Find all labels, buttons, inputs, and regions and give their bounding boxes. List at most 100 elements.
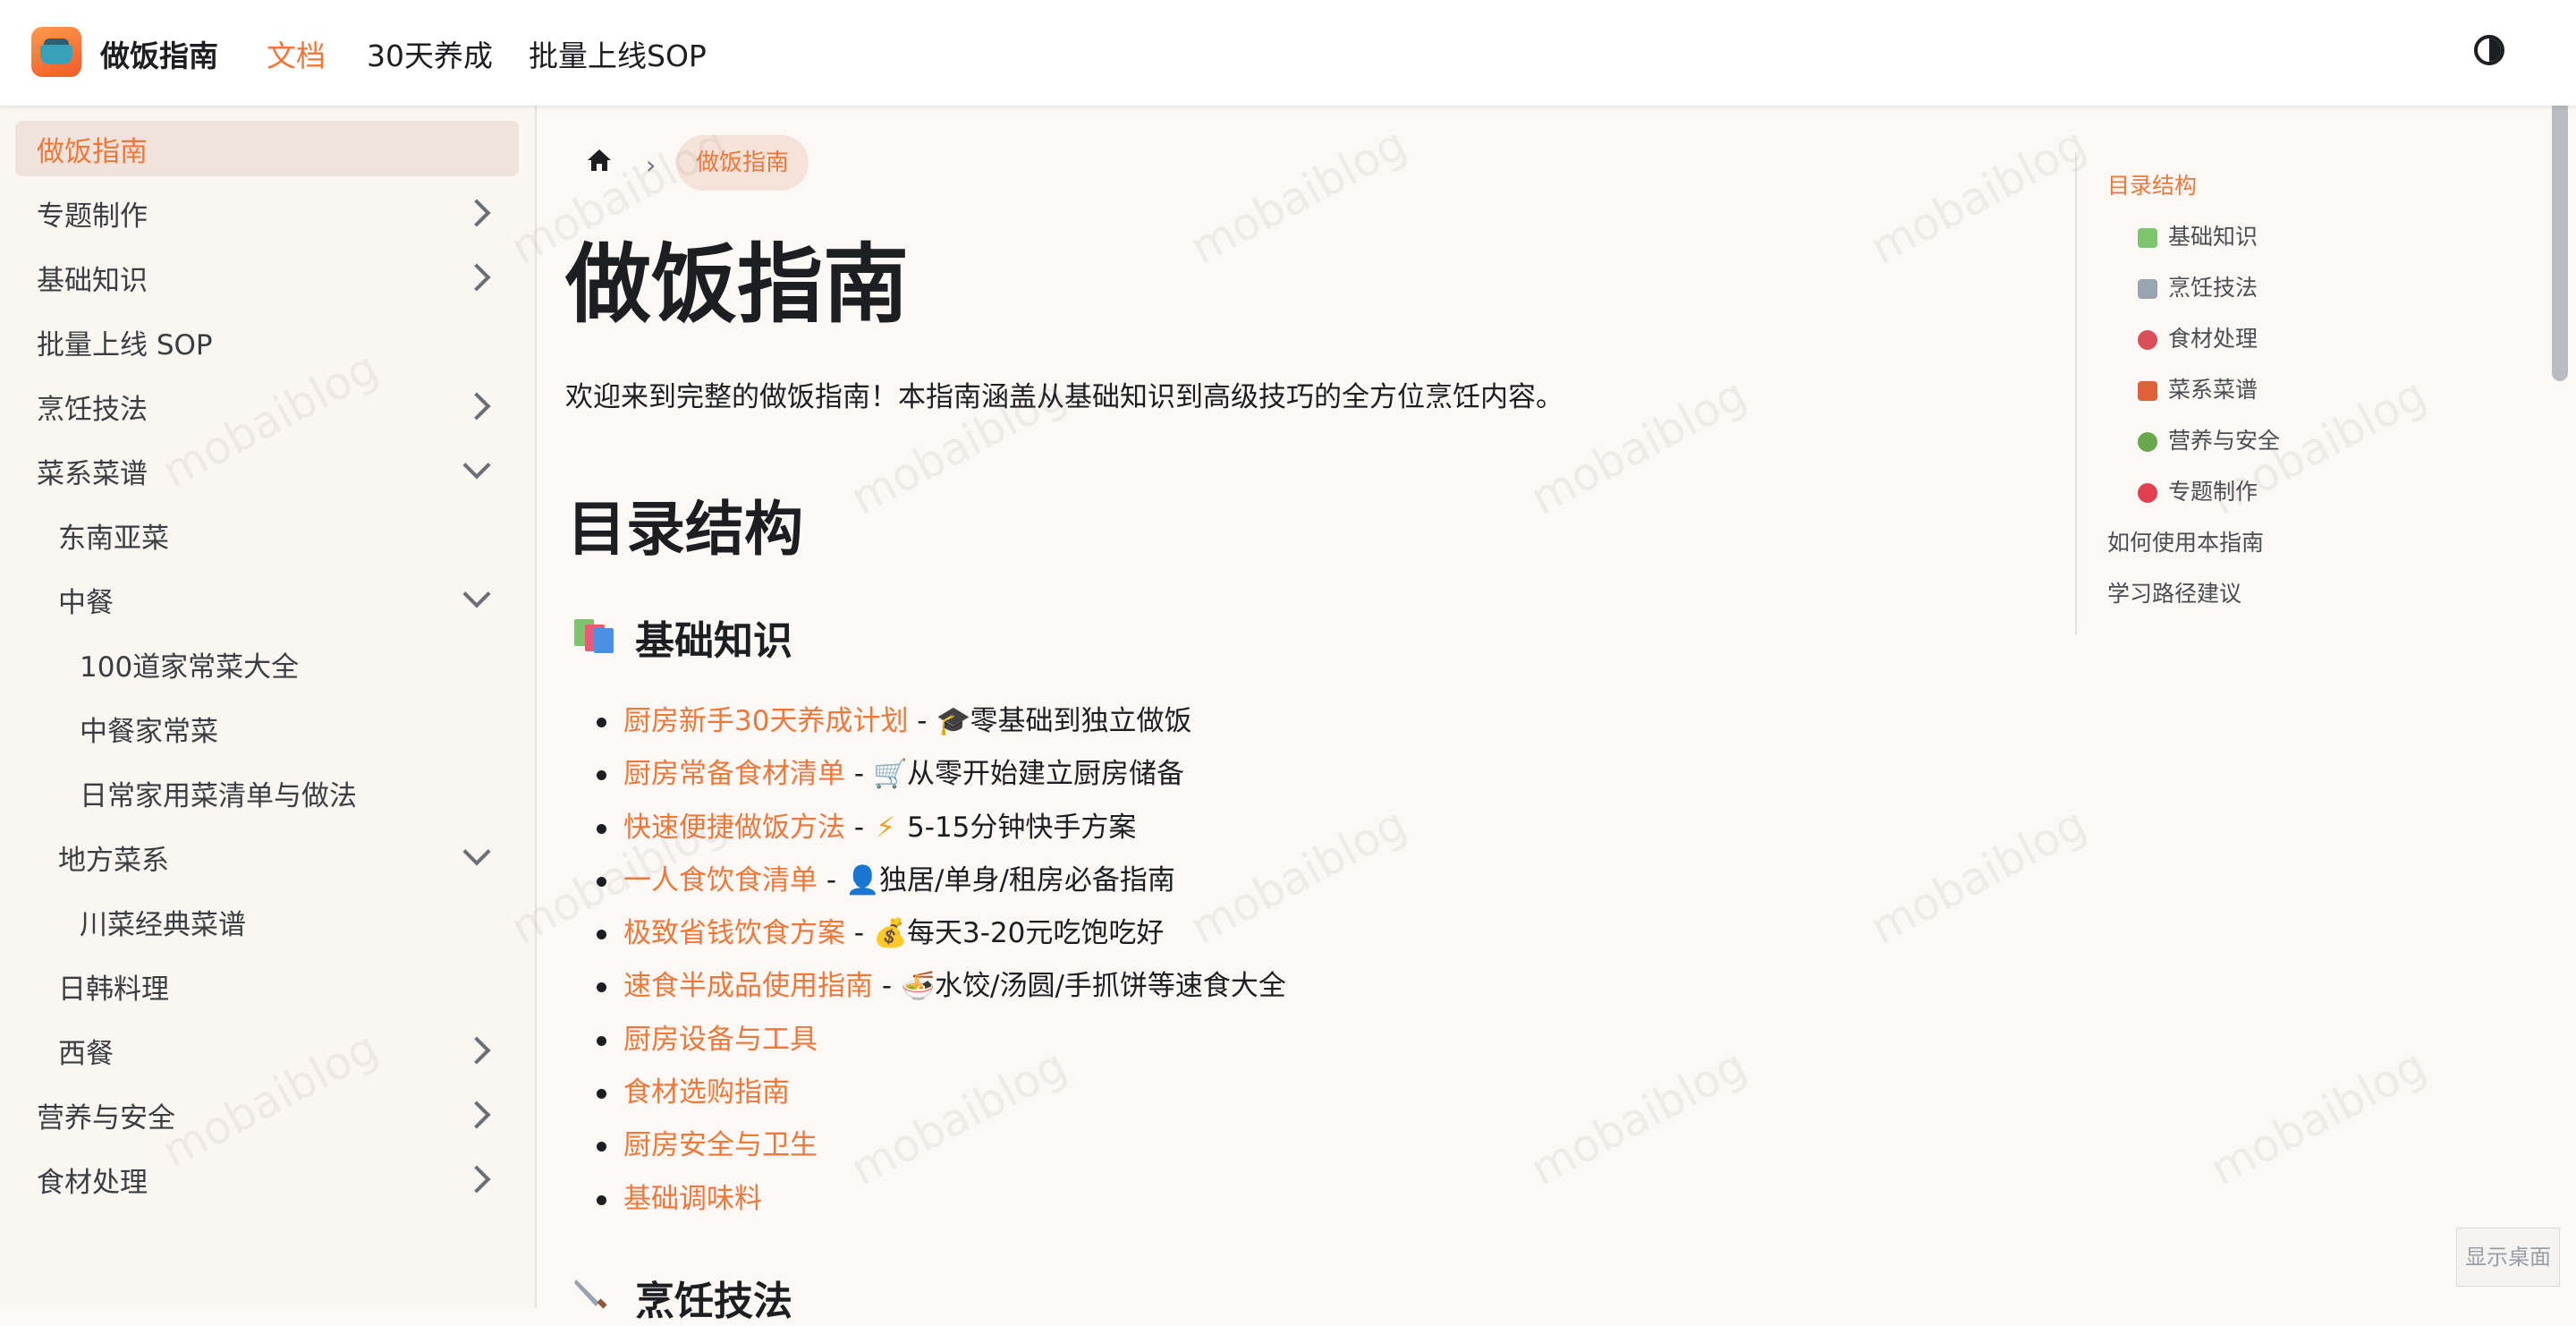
sidebar-item-label: 营养与安全 xyxy=(37,1101,175,1135)
watermark: mobaiblog xyxy=(1861,797,2095,955)
sidebar-item-topics[interactable]: 专题制作 xyxy=(15,185,519,241)
logo-icon[interactable] xyxy=(31,27,81,77)
sidebar-item-label: 西餐 xyxy=(58,1037,114,1070)
show-desktop-button[interactable]: 显示桌面 xyxy=(2456,1228,2560,1287)
toc-item[interactable]: 学习路径建议 xyxy=(2107,576,2241,608)
sidebar-item-regional[interactable]: 地方菜系 xyxy=(37,829,519,885)
sidebar-item-southeast-asian[interactable]: 东南亚菜 xyxy=(37,507,519,563)
list-desc: 水饺/汤圆/手抓饼等速食大全 xyxy=(935,970,1286,1003)
list-link[interactable]: 厨房安全与卫生 xyxy=(623,1129,818,1161)
list-item: 一人食饮食清单 - 👤独居/单身/租房必备指南 xyxy=(586,857,1659,910)
sidebar-item-nutrition-safety[interactable]: 营养与安全 xyxy=(15,1087,519,1143)
sidebar-item-label: 地方菜系 xyxy=(58,844,169,877)
list-desc: 独居/单身/租房必备指南 xyxy=(879,863,1175,897)
sidebar-item-daily-dishes[interactable]: 日常家用菜清单与做法 xyxy=(58,765,519,820)
sidebar-item-sichuan[interactable]: 川菜经典菜谱 xyxy=(58,894,519,949)
toc-item[interactable]: 基础知识 xyxy=(2138,219,2258,251)
books-icon xyxy=(2138,228,2157,248)
sidebar-item-chinese-home[interactable]: 中餐家常菜 xyxy=(58,701,519,756)
sidebar-item-label: 专题制作 xyxy=(37,200,148,233)
sidebar-item-techniques[interactable]: 烹饪技法 xyxy=(15,378,519,434)
list-desc: 零基础到独立做饭 xyxy=(970,705,1192,737)
home-icon[interactable] xyxy=(586,148,613,173)
page-title: 做饭指南 xyxy=(565,234,909,335)
shopping-cart-icon: 🛒 xyxy=(873,758,908,791)
watermark: mobaiblog xyxy=(1182,117,1415,275)
table-of-contents: 目录结构 基础知识 烹饪技法 食材处理 菜系菜谱 营养与安全 专题制作 如何使用… xyxy=(2075,152,2576,635)
watermark: mobaiblog xyxy=(2201,1039,2435,1196)
list-link[interactable]: 食材选购指南 xyxy=(623,1076,790,1109)
list-item: 厨房常备食材清单 - 🛒从零开始建立厨房储备 xyxy=(586,751,1659,803)
chevron-right-icon[interactable] xyxy=(462,199,491,227)
sidebar-item-label: 基础知识 xyxy=(37,264,148,297)
sidebar-item-cooking-guide[interactable]: 做饭指南 xyxy=(15,121,519,176)
chevron-right-icon[interactable] xyxy=(462,392,491,421)
breadcrumb-separator: › xyxy=(646,150,657,180)
knife-icon xyxy=(2138,279,2157,299)
list-link[interactable]: 快速便捷做饭方法 xyxy=(623,812,845,844)
list-item: 快速便捷做饭方法 - ⚡ 5-15分钟快手方案 xyxy=(586,804,1659,857)
chevron-down-icon[interactable] xyxy=(462,837,491,866)
section-heading: 目录结构 xyxy=(567,495,803,564)
sidebar-item-label: 食材处理 xyxy=(37,1166,148,1199)
nav-link-30-days[interactable]: 30天养成 xyxy=(367,32,493,75)
list-link[interactable]: 一人食饮食清单 xyxy=(623,864,818,897)
sidebar-item-label: 中餐 xyxy=(58,586,114,619)
nav-link-batch-sop[interactable]: 批量上线SOP xyxy=(529,32,707,75)
target-icon xyxy=(2138,483,2157,503)
chevron-right-icon[interactable] xyxy=(462,263,491,292)
lightning-icon: ⚡ xyxy=(876,811,895,844)
theme-toggle-icon[interactable] xyxy=(2474,35,2504,65)
sidebar-item-label: 日韩料理 xyxy=(58,973,169,1006)
toc-item[interactable]: 目录结构 xyxy=(2107,168,2197,200)
brand-title[interactable]: 做饭指南 xyxy=(100,32,218,75)
sidebar-item-batch-sop[interactable]: 批量上线 SOP xyxy=(15,314,519,370)
list-link[interactable]: 厨房设备与工具 xyxy=(623,1024,818,1056)
toc-item[interactable]: 菜系菜谱 xyxy=(2138,372,2258,404)
list-item: 厨房安全与卫生 xyxy=(586,1122,1659,1175)
toc-item[interactable]: 食材处理 xyxy=(2138,321,2258,353)
sidebar-item-basics[interactable]: 基础知识 xyxy=(15,250,519,305)
chevron-right-icon[interactable] xyxy=(462,1101,491,1129)
chevron-right-icon[interactable] xyxy=(462,1036,491,1065)
knife-icon xyxy=(574,1279,607,1309)
watermark: mobaiblog xyxy=(1861,117,2095,275)
chevron-down-icon[interactable] xyxy=(462,580,491,608)
sidebar-item-ingredient-prep[interactable]: 食材处理 xyxy=(15,1152,519,1207)
sidebar-item-label: 中餐家常菜 xyxy=(80,715,218,748)
graduation-cap-icon: 🎓 xyxy=(936,705,971,737)
sidebar-item-label: 烹饪技法 xyxy=(37,393,148,426)
sidebar-item-chinese[interactable]: 中餐 xyxy=(37,572,519,627)
subsection-heading-techniques: 烹饪技法 xyxy=(635,1279,792,1324)
toc-item[interactable]: 专题制作 xyxy=(2138,474,2258,506)
breadcrumb-current: 做饭指南 xyxy=(676,135,809,191)
toc-item[interactable]: 如何使用本指南 xyxy=(2107,525,2264,557)
chevron-down-icon[interactable] xyxy=(462,451,491,480)
list-link[interactable]: 基础调味料 xyxy=(623,1183,762,1215)
sidebar-item-100-dishes[interactable]: 100道家常菜大全 xyxy=(58,636,519,692)
sidebar-item-japanese-korean[interactable]: 日韩料理 xyxy=(37,958,519,1014)
sidebar-item-cuisines[interactable]: 菜系菜谱 xyxy=(15,443,519,498)
list-link[interactable]: 厨房常备食材清单 xyxy=(623,758,845,790)
money-bag-icon: 💰 xyxy=(873,917,908,950)
basics-list: 厨房新手30天养成计划 - 🎓零基础到独立做饭 厨房常备食材清单 - 🛒从零开始建立… xyxy=(586,698,1659,1228)
noodle-bowl-icon xyxy=(2138,381,2157,401)
sidebar-item-label: 川菜经典菜谱 xyxy=(80,908,246,941)
list-link[interactable]: 极致省钱饮食方案 xyxy=(623,917,845,949)
salad-icon xyxy=(2138,432,2157,452)
sidebar-item-label: 做饭指南 xyxy=(37,135,148,168)
toc-item[interactable]: 营养与安全 xyxy=(2138,423,2280,455)
chevron-right-icon[interactable] xyxy=(462,1165,491,1194)
nav-link-docs[interactable]: 文档 xyxy=(267,32,326,75)
noodle-bowl-icon: 🍜 xyxy=(901,970,936,1003)
list-item: 厨房新手30天养成计划 - 🎓零基础到独立做饭 xyxy=(586,698,1659,751)
list-link[interactable]: 厨房新手30天养成计划 xyxy=(623,705,908,737)
books-icon xyxy=(574,619,614,653)
toc-item[interactable]: 烹饪技法 xyxy=(2138,270,2258,302)
list-link[interactable]: 速食半成品使用指南 xyxy=(623,970,873,1002)
sidebar-item-western[interactable]: 西餐 xyxy=(37,1023,519,1078)
sidebar: 做饭指南 专题制作 基础知识 批量上线 SOP 烹饪技法 菜系菜谱 东南亚菜 中… xyxy=(0,106,537,1308)
list-desc: 每天3-20元吃饱吃好 xyxy=(907,917,1165,950)
meat-icon xyxy=(2138,330,2157,350)
list-item: 极致省钱饮食方案 - 💰每天3-20元吃饱吃好 xyxy=(586,910,1659,963)
